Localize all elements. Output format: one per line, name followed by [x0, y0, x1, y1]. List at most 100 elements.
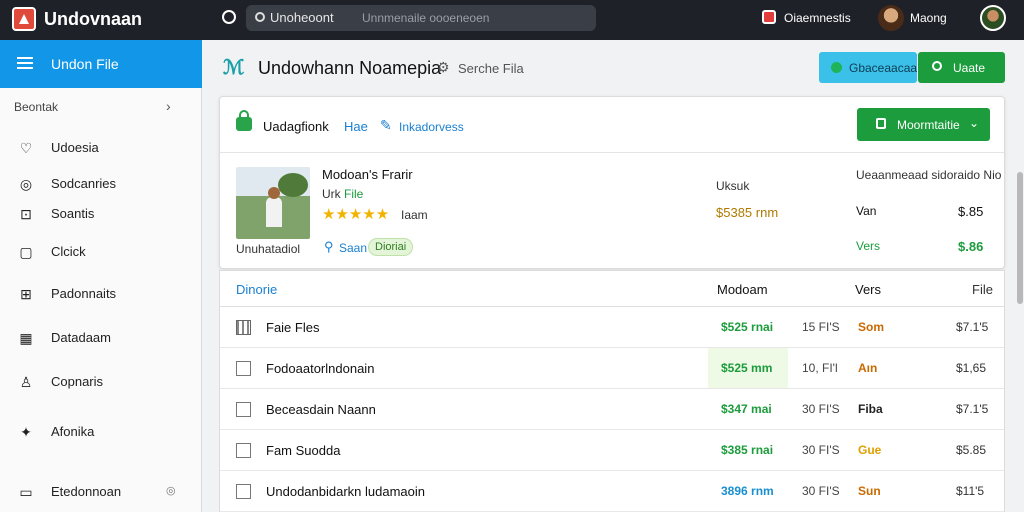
primary-action-label: Uaate	[953, 61, 986, 75]
row-vers: Fiba	[858, 402, 883, 416]
table-icon: ▦	[19, 330, 33, 346]
row-name[interactable]: Fodoaatorlndonain	[266, 361, 374, 376]
row-name[interactable]: Fam Suodda	[266, 443, 340, 458]
clipboard-icon	[876, 118, 886, 129]
sidebar-item-label: Udoesia	[51, 140, 99, 155]
rating-stars: ★★★★★	[322, 206, 390, 223]
row-checkbox[interactable]	[236, 402, 251, 417]
secondary-action-button[interactable]: Gbaceaacaa	[819, 52, 917, 83]
data-table: Dinorie Modoam Vers File Faie Fles $525 r…	[219, 270, 1005, 512]
top-bar: Undovnaan Unoheoont Unnmenaile oooeneoen…	[0, 0, 1024, 40]
product-name[interactable]: Modoan's Frarir	[322, 167, 413, 182]
table-row[interactable]: Faie Fles $525 rnai 15 FI'S Som $7.1'5	[220, 307, 1004, 348]
page-title: Undowhann Noamepia	[258, 58, 442, 78]
price-label: Uksuk	[716, 179, 750, 193]
product-caption: Unuhatadiol	[236, 242, 301, 256]
primary-action-button[interactable]: Uaate	[918, 52, 1005, 83]
row-name[interactable]: Faie Fles	[266, 320, 319, 335]
sidebar-item[interactable]: ▭ Etedonnoan ◎	[0, 476, 200, 508]
row-name[interactable]: Undodanbidarkn ludamaoin	[266, 484, 425, 499]
row-price: $525 rnai	[721, 320, 774, 334]
sidebar-item-label: Sodcanries	[51, 176, 117, 191]
row-price: $525 mm	[721, 361, 773, 375]
row-mid: 30 FI'S	[802, 484, 840, 498]
person-icon: ♙	[19, 374, 33, 390]
search-icon	[932, 61, 942, 71]
search-input[interactable]: Unoheoont Unnmenaile oooeneoen	[246, 5, 596, 31]
chevron-right-icon[interactable]: ›	[166, 98, 171, 114]
sidebar-item-label: Copnaris	[51, 374, 104, 389]
avatar[interactable]	[878, 5, 904, 31]
dropdown-label: Moormtaitie	[897, 118, 960, 132]
account-menu[interactable]: Oiaemnestis	[784, 11, 851, 25]
card-link-secondary[interactable]: Inkadorvess	[399, 120, 464, 134]
image-icon: ▭	[19, 484, 33, 500]
row-file: $5.85	[956, 443, 987, 457]
column-header[interactable]: Dinorie	[236, 282, 277, 297]
table-row[interactable]: Undodanbidarkn ludamaoin 3896 rnm 30 FI'S S…	[220, 471, 1004, 512]
table-row[interactable]: Fam Suodda $385 rnai 30 FI'S Gue $5.85	[220, 430, 1004, 471]
menu-icon[interactable]	[17, 57, 33, 69]
refresh-icon[interactable]	[222, 10, 236, 24]
summary-row1-label: Van	[856, 204, 877, 218]
notification-icon[interactable]	[762, 10, 776, 24]
sidebar-item[interactable]: ▢ Clcick	[0, 236, 200, 268]
lock-icon	[236, 110, 252, 131]
row-file: $7.1'5	[956, 402, 989, 416]
dropdown-button[interactable]: Moormtaitie ⌄	[857, 108, 990, 141]
sidebar-item[interactable]: ♙ Copnaris	[0, 366, 200, 398]
column-header[interactable]: Modoam	[717, 282, 768, 297]
heart-icon: ♡	[19, 140, 33, 156]
row-mid: 15 FI'S	[802, 320, 840, 334]
sidebar-item[interactable]: ◎ Sodcanries	[0, 168, 200, 200]
rating-label: Iaam	[401, 208, 428, 222]
sidebar-item[interactable]: ▦ Datadaam	[0, 322, 200, 354]
row-vers: Gue	[858, 443, 882, 457]
summary-row2-value: $.86	[958, 239, 984, 254]
product-file-link[interactable]: File	[344, 187, 363, 201]
table-row[interactable]: Fodoaatorlndonain $525 mm 10, FI'l Aın $1,65	[220, 348, 1004, 389]
product-image[interactable]	[236, 167, 310, 239]
card-header: Uadagfionk Hae ✎ Inkadorvess Moormtaitie…	[220, 97, 1004, 153]
row-name[interactable]: Beceasdain Naann	[266, 402, 376, 417]
row-checkbox[interactable]	[236, 361, 251, 376]
sidebar-item[interactable]: ⊞ Padonnaits	[0, 278, 200, 310]
save-link[interactable]: Saan	[339, 241, 367, 255]
row-file: $7.1'5	[956, 320, 989, 334]
edit-icon[interactable]: ✎	[380, 117, 392, 134]
user-name[interactable]: Maong	[910, 11, 947, 25]
app-logo-icon[interactable]	[12, 7, 36, 31]
row-price: $385 rnai	[721, 443, 774, 457]
profile-avatar[interactable]	[980, 5, 1006, 31]
row-price: 3896 rnm	[721, 484, 774, 498]
sidebar-item[interactable]: ♡ Udoesia	[0, 132, 200, 164]
scrollbar[interactable]	[1017, 172, 1023, 304]
product-meta: Urk	[322, 187, 341, 201]
table-row[interactable]: Beceasdain Naann $347 mai 30 FI'S Fiba $7.1'…	[220, 389, 1004, 430]
summary-row2-label: Vers	[856, 239, 881, 253]
row-checkbox[interactable]	[236, 320, 251, 335]
column-header[interactable]: Vers	[855, 282, 881, 297]
column-header[interactable]: File	[972, 282, 993, 297]
status-badge: Dioriai	[368, 238, 414, 256]
sidebar-item-label: Afonika	[51, 424, 95, 439]
row-checkbox[interactable]	[236, 484, 251, 499]
grid-icon: ⊞	[20, 286, 32, 302]
sidebar-header[interactable]: Undon File	[0, 40, 202, 88]
page-subtitle[interactable]: Serche Fila	[458, 61, 524, 76]
brand-icon: ℳ	[223, 57, 245, 79]
layout-icon: ⊡	[20, 206, 32, 222]
sidebar-item-label: Padonnaits	[51, 286, 117, 301]
sidebar-item[interactable]: ✦ Afonika	[0, 416, 200, 448]
bookmark-icon[interactable]: ⚲	[324, 239, 334, 255]
sidebar-item[interactable]: ⊡ Soantis	[0, 198, 200, 230]
app-title: Undovnaan	[44, 9, 143, 29]
row-vers: Aın	[858, 361, 878, 375]
summary-row1-value: $.85	[958, 204, 984, 219]
price-value: $5385 rnm	[716, 205, 779, 220]
card-link[interactable]: Hae	[344, 119, 368, 134]
settings-icon[interactable]: ⚙	[437, 59, 450, 76]
row-checkbox[interactable]	[236, 443, 251, 458]
row-mid: 30 FI'S	[802, 443, 840, 457]
sidebar-item-label: Etedonnoan	[51, 484, 122, 499]
